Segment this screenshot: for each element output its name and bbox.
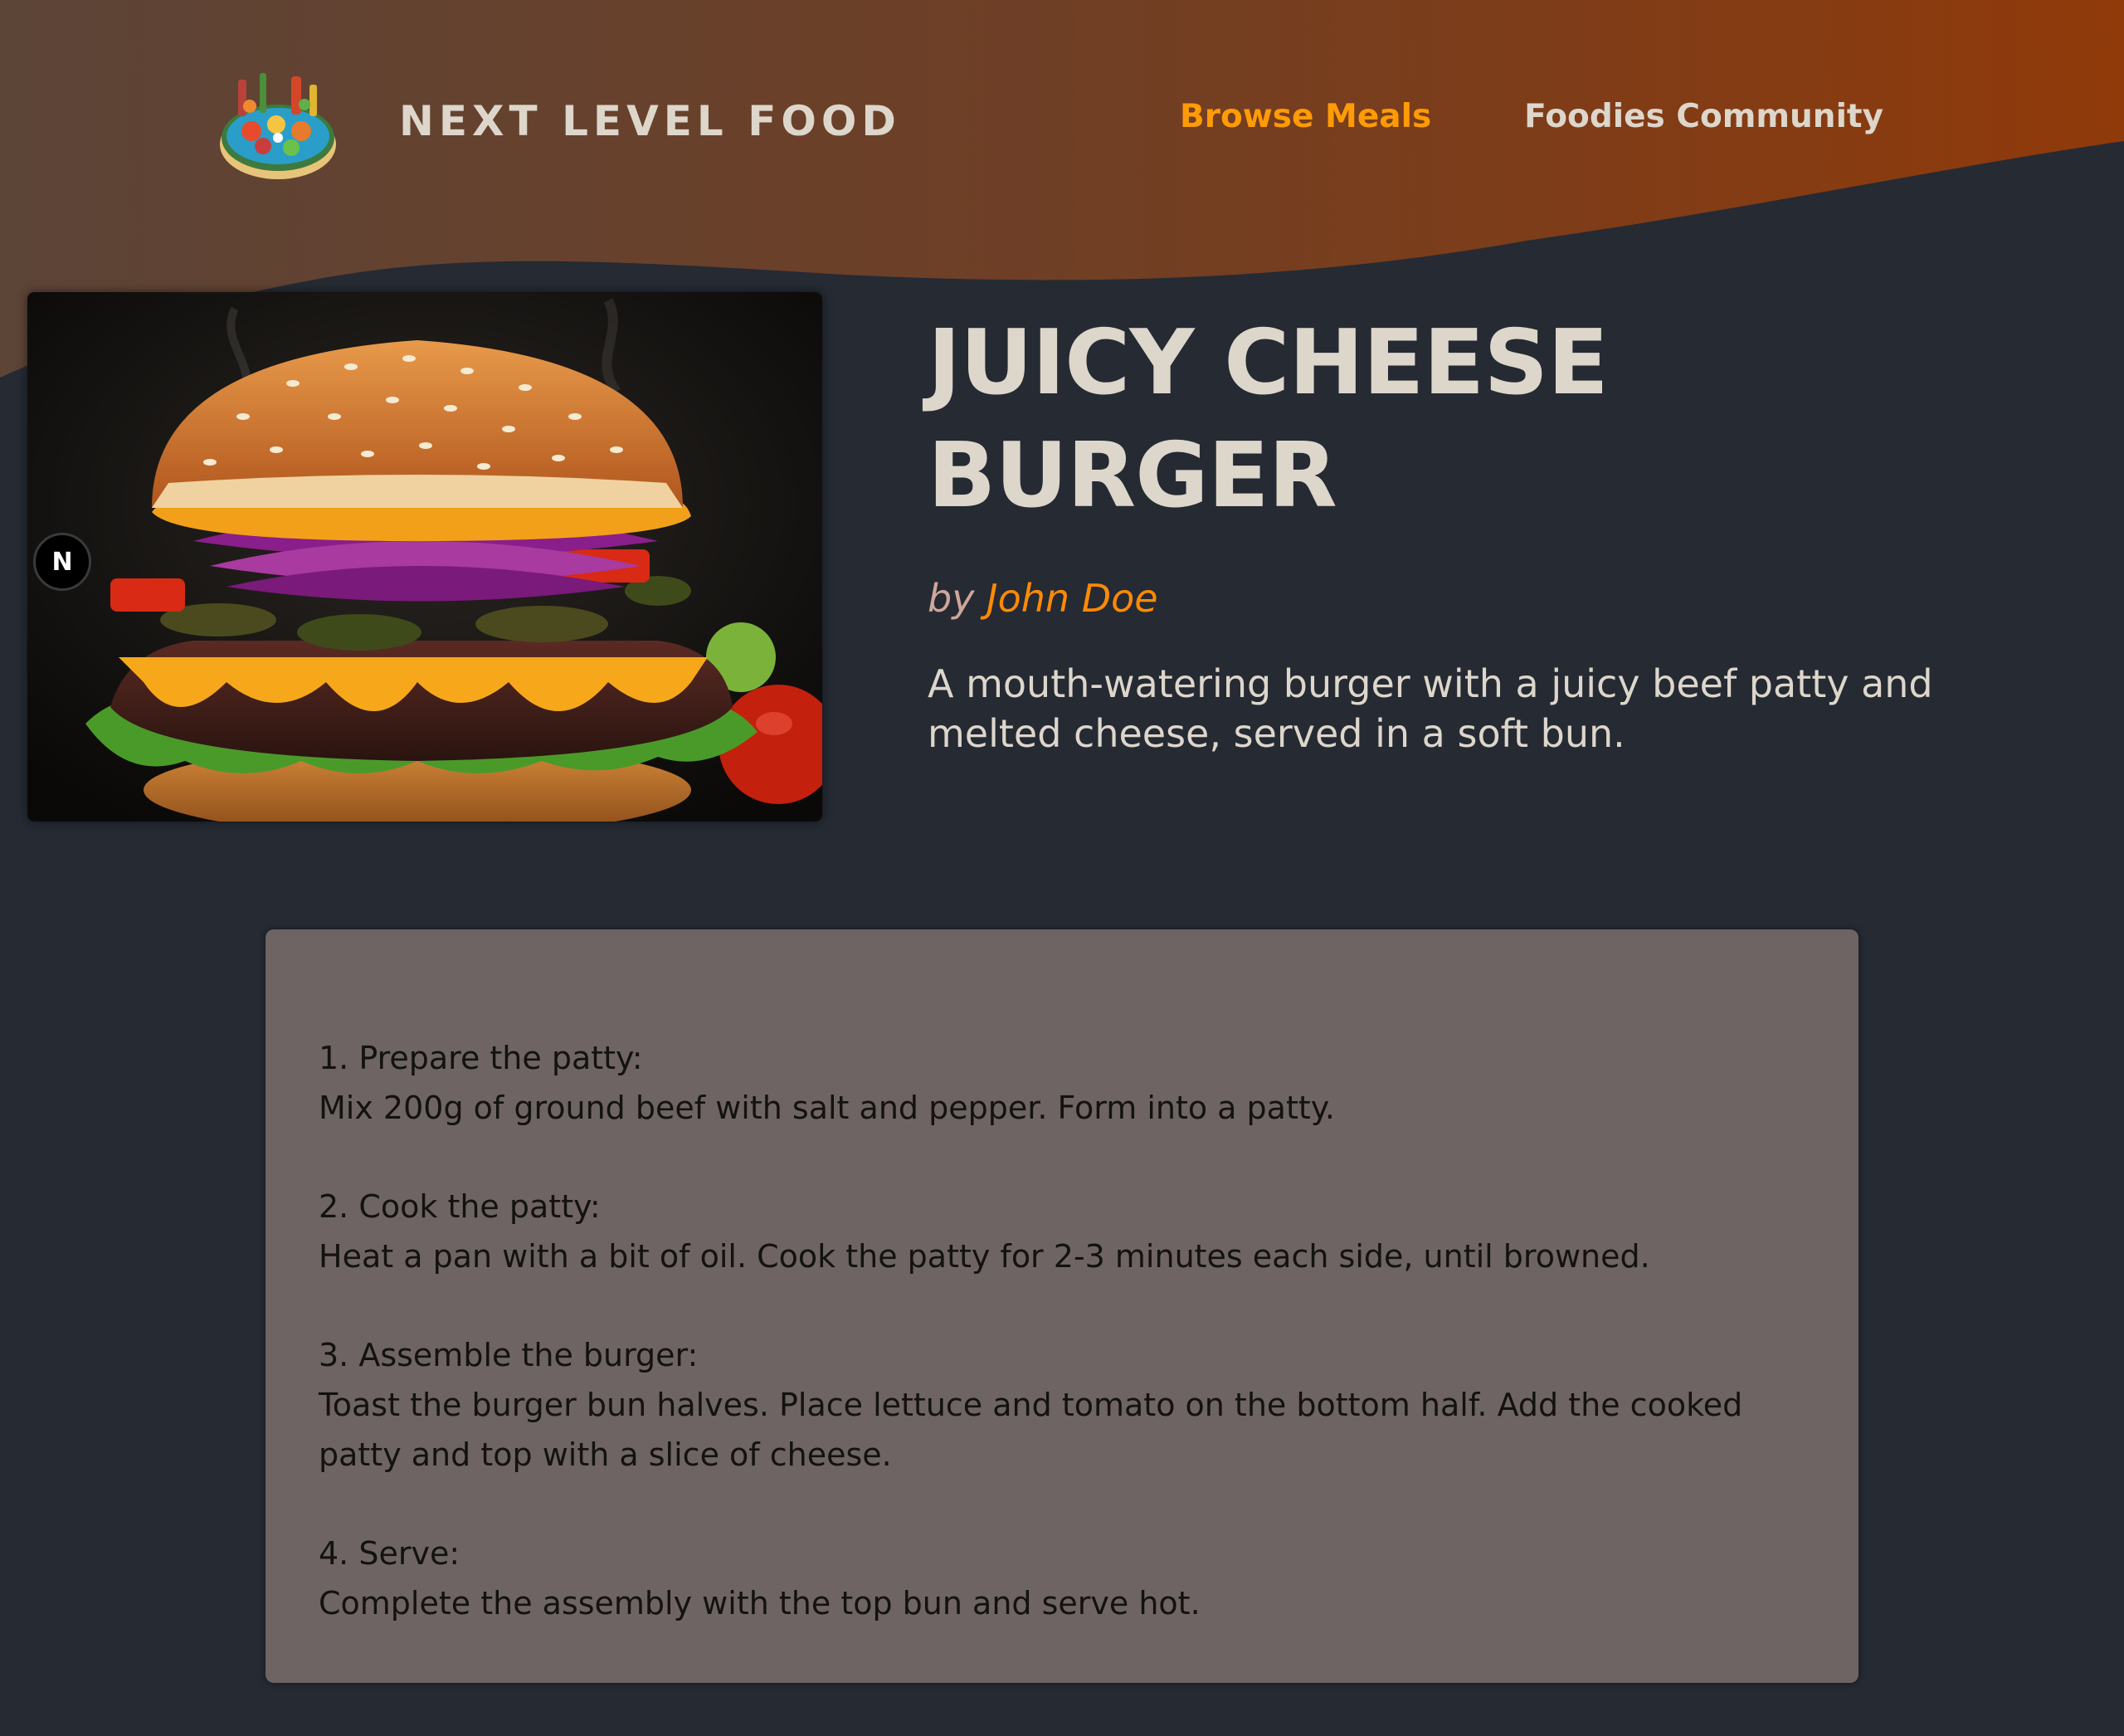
creator-prefix: by	[928, 576, 975, 621]
instruction-step: 3. Assemble the burger: Toast the burger…	[319, 1330, 1805, 1480]
main-nav: Browse Meals Foodies Community	[1180, 98, 1883, 135]
step-title: 2. Cook the patty:	[319, 1188, 601, 1225]
step-title: 1. Prepare the patty:	[319, 1040, 643, 1076]
meal-summary: A mouth-watering burger with a juicy bee…	[928, 661, 1933, 756]
instruction-step: 1. Prepare the patty: Mix 200g of ground…	[319, 1033, 1805, 1133]
meal-creator: by John Doe	[928, 576, 1956, 621]
meal-title: JUICY CHEESE BURGER	[928, 311, 1609, 528]
food-platter-logo-icon	[220, 73, 336, 179]
instruction-step: 4. Serve: Complete the assembly with the…	[319, 1529, 1805, 1628]
main-header: NEXT LEVEL FOOD Browse Meals Foodies Com…	[0, 0, 2124, 241]
meal-instructions: 1. Prepare the patty: Mix 200g of ground…	[266, 929, 1858, 1683]
burger-photo	[27, 292, 822, 822]
home-logo-link[interactable]: NEXT LEVEL FOOD	[212, 55, 901, 188]
step-text: Heat a pan with a bit of oil. Cook the p…	[319, 1238, 1650, 1275]
nav-link-browse-meals[interactable]: Browse Meals	[1180, 98, 1431, 135]
step-text: Toast the burger bun halves. Place lettu…	[319, 1387, 1743, 1473]
meal-headline: JUICY CHEESE BURGER by John Doe A mouth-…	[928, 307, 1956, 797]
instruction-step: 2. Cook the patty: Heat a pan with a bit…	[319, 1182, 1805, 1281]
meal-image	[27, 292, 822, 822]
creator-link[interactable]: John Doe	[986, 576, 1158, 621]
step-text: Mix 200g of ground beef with salt and pe…	[319, 1090, 1335, 1126]
step-title: 4. Serve:	[319, 1535, 460, 1572]
site-name: NEXT LEVEL FOOD	[399, 97, 901, 145]
dev-indicator-badge[interactable]: N	[33, 533, 91, 591]
step-text: Complete the assembly with the top bun a…	[319, 1585, 1201, 1621]
nav-link-foodies-community[interactable]: Foodies Community	[1524, 98, 1883, 135]
step-title: 3. Assemble the burger:	[319, 1337, 699, 1373]
